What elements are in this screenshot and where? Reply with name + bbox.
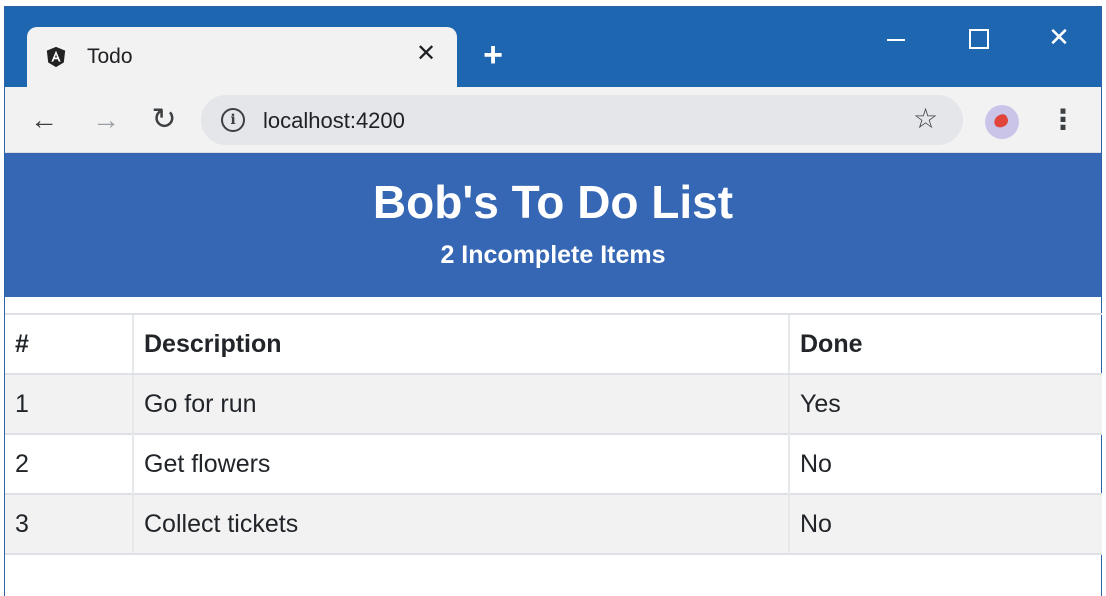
maximize-icon[interactable]: [957, 23, 997, 51]
angular-icon: [46, 46, 66, 68]
page-title: Bob's To Do List: [372, 176, 734, 228]
close-window-icon[interactable]: ✕: [1039, 23, 1079, 51]
address-bar[interactable]: i localhost:4200 ☆: [201, 95, 963, 145]
title-bar: Todo ✕ + ✕: [5, 7, 1101, 87]
url-text[interactable]: localhost:4200: [263, 108, 405, 134]
row-description: Get flowers: [132, 433, 789, 494]
back-arrow-icon[interactable]: ←: [27, 103, 61, 137]
table-row: 2 Get flowers No: [5, 433, 1102, 494]
more-menu-icon[interactable]: ⋮: [1049, 103, 1077, 137]
tab-title: Todo: [87, 45, 133, 68]
row-description: Go for run: [132, 373, 789, 434]
column-header-description: Description: [132, 313, 789, 375]
reload-icon[interactable]: ↻: [147, 103, 181, 137]
todo-table: # Description Done 1 Go for run Yes 2 Ge…: [5, 313, 1102, 555]
new-tab-icon[interactable]: +: [477, 38, 509, 72]
close-tab-icon[interactable]: ✕: [413, 41, 439, 67]
incomplete-count: 2 Incomplete Items: [440, 241, 666, 269]
row-description: Collect tickets: [132, 493, 789, 555]
row-number: 2: [5, 433, 133, 494]
browser-window: Todo ✕ + ✕ ← → ↻ i localhost:4200 ☆ ⋮ Bo…: [4, 6, 1102, 596]
row-number: 3: [5, 493, 133, 555]
table-row: 1 Go for run Yes: [5, 373, 1102, 434]
column-header-done: Done: [788, 313, 1102, 375]
forward-arrow-icon[interactable]: →: [89, 103, 123, 137]
minimize-icon[interactable]: [877, 23, 917, 51]
row-done: No: [788, 433, 1102, 494]
page-header: Bob's To Do List 2 Incomplete Items: [5, 153, 1101, 297]
info-icon[interactable]: i: [221, 108, 245, 132]
browser-tab[interactable]: Todo ✕: [27, 27, 457, 87]
profile-avatar[interactable]: [985, 105, 1019, 139]
page-content: Bob's To Do List 2 Incomplete Items # De…: [5, 153, 1102, 596]
bookmark-star-icon[interactable]: ☆: [913, 104, 938, 134]
browser-toolbar: ← → ↻ i localhost:4200 ☆ ⋮: [5, 87, 1101, 153]
table-row: 3 Collect tickets No: [5, 493, 1102, 555]
row-done: Yes: [788, 373, 1102, 434]
row-number: 1: [5, 373, 133, 434]
column-header-number: #: [5, 313, 133, 375]
row-done: No: [788, 493, 1102, 555]
table-header-row: # Description Done: [5, 313, 1102, 375]
